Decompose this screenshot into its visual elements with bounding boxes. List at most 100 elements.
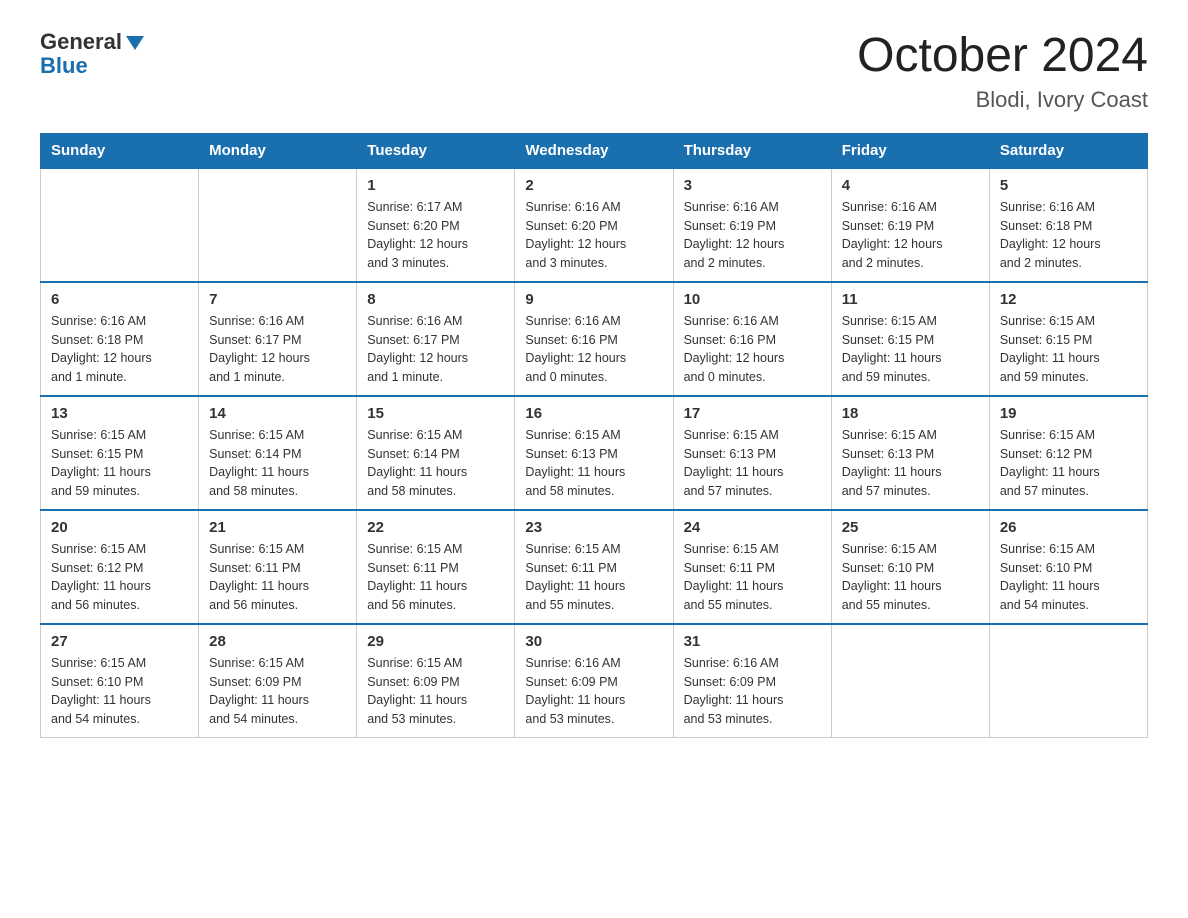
weekday-header-monday: Monday — [199, 133, 357, 168]
calendar-cell: 25 Sunrise: 6:15 AM Sunset: 6:10 PM Dayli… — [831, 510, 989, 624]
day-info: Sunrise: 6:16 AM Sunset: 6:09 PM Dayligh… — [684, 654, 821, 729]
day-number: 23 — [525, 519, 662, 536]
calendar-week-row-2: 6Sunrise: 6:16 AM Sunset: 6:18 PM Daylig… — [41, 282, 1148, 396]
day-info: Sunrise: 6:15 AM Sunset: 6:09 PM Dayligh… — [367, 654, 504, 729]
logo-blue-text: Blue — [40, 54, 88, 78]
day-info: Sunrise: 6:15 AM Sunset: 6:15 PM Dayligh… — [1000, 312, 1137, 387]
day-number: 21 — [209, 519, 346, 536]
day-info: Sunrise: 6:15 AM Sunset: 6:12 PM Dayligh… — [51, 540, 188, 615]
weekday-header-thursday: Thursday — [673, 133, 831, 168]
calendar-cell — [831, 624, 989, 738]
weekday-header-row: SundayMondayTuesdayWednesdayThursdayFrid… — [41, 133, 1148, 168]
day-number: 9 — [525, 291, 662, 308]
calendar-week-row-1: 1 Sunrise: 6:17 AM Sunset: 6:20 PM Daylig… — [41, 168, 1148, 282]
day-info: Sunrise: 6:16 AM Sunset: 6:19 PM Dayligh… — [684, 198, 821, 273]
calendar-cell: 19Sunrise: 6:15 AM Sunset: 6:12 PM Dayli… — [989, 396, 1147, 510]
month-year-title: October 2024 — [857, 30, 1148, 83]
calendar-cell: 30 Sunrise: 6:16 AM Sunset: 6:09 PM Dayli… — [515, 624, 673, 738]
calendar-table: SundayMondayTuesdayWednesdayThursdayFrid… — [40, 133, 1148, 738]
weekday-header-tuesday: Tuesday — [357, 133, 515, 168]
day-number: 2 — [525, 177, 662, 194]
day-info: Sunrise: 6:15 AM Sunset: 6:15 PM Dayligh… — [51, 426, 188, 501]
day-number: 17 — [684, 405, 821, 422]
day-info: Sunrise: 6:15 AM Sunset: 6:13 PM Dayligh… — [684, 426, 821, 501]
day-info: Sunrise: 6:16 AM Sunset: 6:19 PM Dayligh… — [842, 198, 979, 273]
calendar-cell: 29Sunrise: 6:15 AM Sunset: 6:09 PM Dayli… — [357, 624, 515, 738]
calendar-cell: 14Sunrise: 6:15 AM Sunset: 6:14 PM Dayli… — [199, 396, 357, 510]
calendar-cell: 9 Sunrise: 6:16 AM Sunset: 6:16 PM Daylig… — [515, 282, 673, 396]
day-info: Sunrise: 6:15 AM Sunset: 6:09 PM Dayligh… — [209, 654, 346, 729]
day-info: Sunrise: 6:16 AM Sunset: 6:18 PM Dayligh… — [1000, 198, 1137, 273]
day-number: 13 — [51, 405, 188, 422]
day-info: Sunrise: 6:15 AM Sunset: 6:11 PM Dayligh… — [684, 540, 821, 615]
calendar-cell: 15 Sunrise: 6:15 AM Sunset: 6:14 PM Dayli… — [357, 396, 515, 510]
calendar-cell — [41, 168, 199, 282]
weekday-header-friday: Friday — [831, 133, 989, 168]
calendar-cell: 20 Sunrise: 6:15 AM Sunset: 6:12 PM Dayli… — [41, 510, 199, 624]
day-info: Sunrise: 6:16 AM Sunset: 6:20 PM Dayligh… — [525, 198, 662, 273]
logo-general-text: General — [40, 30, 122, 54]
calendar-cell: 3Sunrise: 6:16 AM Sunset: 6:19 PM Daylig… — [673, 168, 831, 282]
day-info: Sunrise: 6:15 AM Sunset: 6:13 PM Dayligh… — [525, 426, 662, 501]
weekday-header-wednesday: Wednesday — [515, 133, 673, 168]
day-number: 8 — [367, 291, 504, 308]
day-info: Sunrise: 6:15 AM Sunset: 6:14 PM Dayligh… — [367, 426, 504, 501]
day-number: 15 — [367, 405, 504, 422]
calendar-cell: 6Sunrise: 6:16 AM Sunset: 6:18 PM Daylig… — [41, 282, 199, 396]
calendar-cell: 28 Sunrise: 6:15 AM Sunset: 6:09 PM Dayli… — [199, 624, 357, 738]
calendar-cell — [989, 624, 1147, 738]
calendar-cell: 23Sunrise: 6:15 AM Sunset: 6:11 PM Dayli… — [515, 510, 673, 624]
day-number: 1 — [367, 177, 504, 194]
day-number: 12 — [1000, 291, 1137, 308]
calendar-cell: 21Sunrise: 6:15 AM Sunset: 6:11 PM Dayli… — [199, 510, 357, 624]
day-number: 22 — [367, 519, 504, 536]
day-info: Sunrise: 6:16 AM Sunset: 6:17 PM Dayligh… — [209, 312, 346, 387]
day-info: Sunrise: 6:17 AM Sunset: 6:20 PM Dayligh… — [367, 198, 504, 273]
day-number: 25 — [842, 519, 979, 536]
calendar-week-row-4: 20 Sunrise: 6:15 AM Sunset: 6:12 PM Dayli… — [41, 510, 1148, 624]
header: General Blue October 2024 Blodi, Ivory C… — [40, 30, 1148, 113]
day-number: 31 — [684, 633, 821, 650]
calendar-week-row-3: 13 Sunrise: 6:15 AM Sunset: 6:15 PM Dayli… — [41, 396, 1148, 510]
calendar-cell: 5 Sunrise: 6:16 AM Sunset: 6:18 PM Daylig… — [989, 168, 1147, 282]
day-info: Sunrise: 6:15 AM Sunset: 6:15 PM Dayligh… — [842, 312, 979, 387]
calendar-cell: 16 Sunrise: 6:15 AM Sunset: 6:13 PM Dayli… — [515, 396, 673, 510]
calendar-cell: 12 Sunrise: 6:15 AM Sunset: 6:15 PM Dayli… — [989, 282, 1147, 396]
calendar-cell: 26Sunrise: 6:15 AM Sunset: 6:10 PM Dayli… — [989, 510, 1147, 624]
weekday-header-saturday: Saturday — [989, 133, 1147, 168]
calendar-cell: 17 Sunrise: 6:15 AM Sunset: 6:13 PM Dayli… — [673, 396, 831, 510]
calendar-cell: 22 Sunrise: 6:15 AM Sunset: 6:11 PM Dayli… — [357, 510, 515, 624]
calendar-cell: 27Sunrise: 6:15 AM Sunset: 6:10 PM Dayli… — [41, 624, 199, 738]
day-number: 7 — [209, 291, 346, 308]
title-area: October 2024 Blodi, Ivory Coast — [857, 30, 1148, 113]
day-number: 26 — [1000, 519, 1137, 536]
calendar-cell: 8 Sunrise: 6:16 AM Sunset: 6:17 PM Daylig… — [357, 282, 515, 396]
day-info: Sunrise: 6:15 AM Sunset: 6:14 PM Dayligh… — [209, 426, 346, 501]
day-info: Sunrise: 6:16 AM Sunset: 6:16 PM Dayligh… — [525, 312, 662, 387]
calendar-cell: 4Sunrise: 6:16 AM Sunset: 6:19 PM Daylig… — [831, 168, 989, 282]
day-number: 11 — [842, 291, 979, 308]
logo-triangle-icon — [126, 36, 144, 50]
calendar-cell: 2 Sunrise: 6:16 AM Sunset: 6:20 PM Daylig… — [515, 168, 673, 282]
day-info: Sunrise: 6:16 AM Sunset: 6:16 PM Dayligh… — [684, 312, 821, 387]
day-info: Sunrise: 6:16 AM Sunset: 6:18 PM Dayligh… — [51, 312, 188, 387]
day-number: 24 — [684, 519, 821, 536]
day-number: 5 — [1000, 177, 1137, 194]
day-number: 20 — [51, 519, 188, 536]
day-number: 18 — [842, 405, 979, 422]
day-info: Sunrise: 6:16 AM Sunset: 6:17 PM Dayligh… — [367, 312, 504, 387]
day-number: 16 — [525, 405, 662, 422]
logo: General Blue — [40, 30, 144, 78]
day-number: 19 — [1000, 405, 1137, 422]
weekday-header-sunday: Sunday — [41, 133, 199, 168]
day-number: 28 — [209, 633, 346, 650]
calendar-cell: 18 Sunrise: 6:15 AM Sunset: 6:13 PM Dayli… — [831, 396, 989, 510]
day-info: Sunrise: 6:15 AM Sunset: 6:10 PM Dayligh… — [842, 540, 979, 615]
calendar-cell: 1 Sunrise: 6:17 AM Sunset: 6:20 PM Daylig… — [357, 168, 515, 282]
day-info: Sunrise: 6:15 AM Sunset: 6:11 PM Dayligh… — [367, 540, 504, 615]
day-number: 30 — [525, 633, 662, 650]
day-info: Sunrise: 6:15 AM Sunset: 6:13 PM Dayligh… — [842, 426, 979, 501]
day-info: Sunrise: 6:16 AM Sunset: 6:09 PM Dayligh… — [525, 654, 662, 729]
calendar-cell — [199, 168, 357, 282]
calendar-cell: 13 Sunrise: 6:15 AM Sunset: 6:15 PM Dayli… — [41, 396, 199, 510]
